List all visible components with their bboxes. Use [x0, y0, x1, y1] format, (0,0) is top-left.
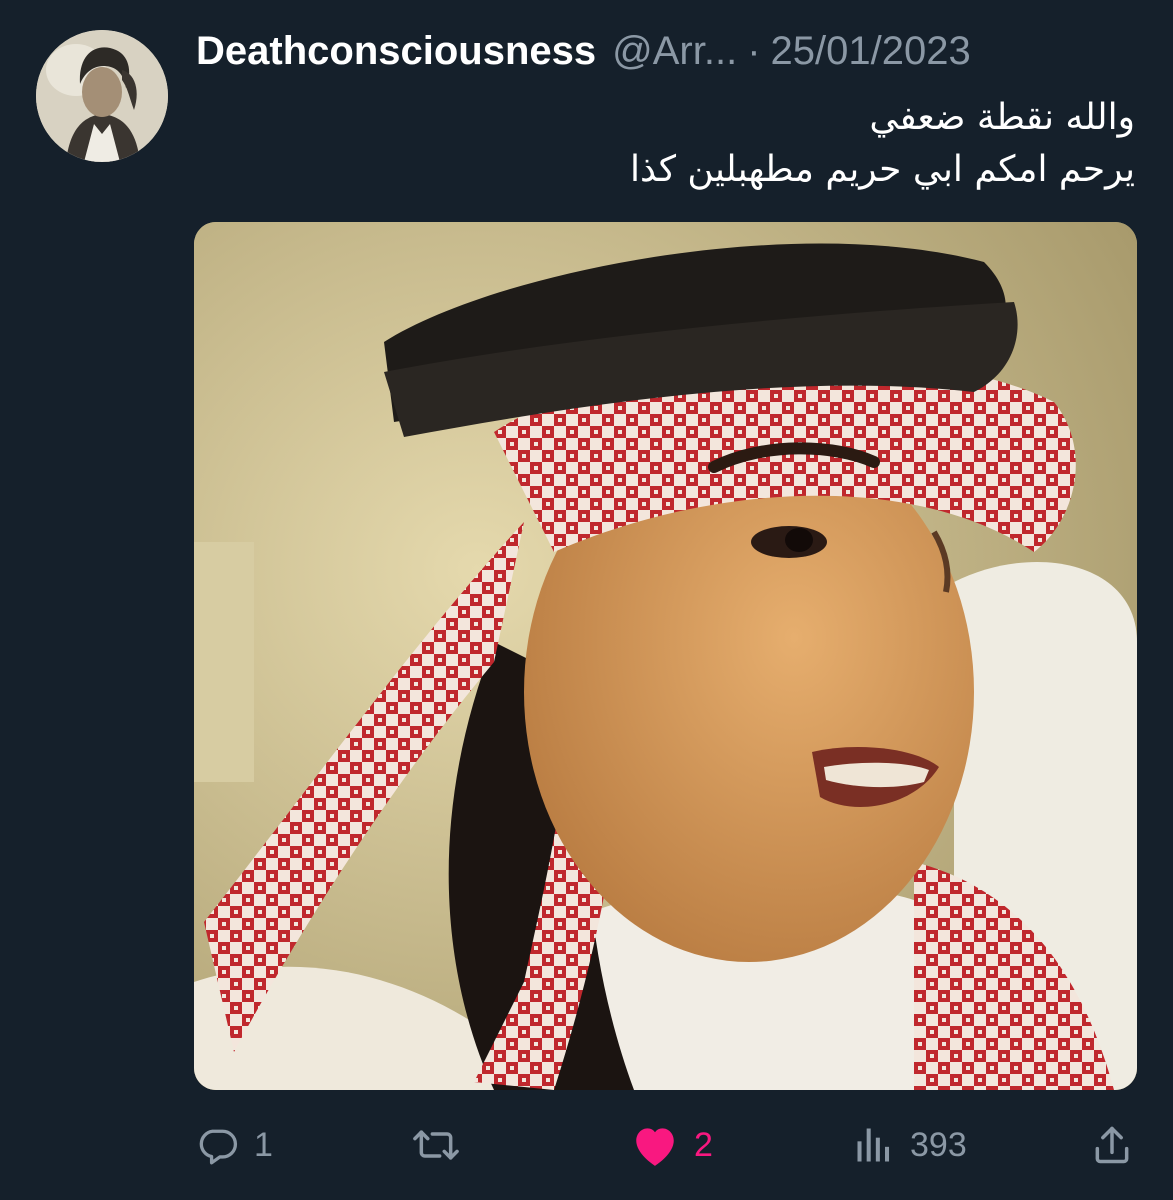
tweet-text-line-2: يرحم امكم ابي حريم مطهبلين كذا [629, 149, 1135, 190]
like-button[interactable]: 2 [630, 1110, 713, 1180]
tweet-header: Deathconsciousness @Arr... · 25/01/2023 [196, 26, 971, 76]
tweet-date[interactable]: 25/01/2023 [771, 26, 971, 76]
avatar-image [36, 30, 168, 162]
views-button[interactable]: 393 [852, 1110, 967, 1180]
reply-count: 1 [254, 1125, 273, 1164]
display-name[interactable]: Deathconsciousness [196, 26, 596, 76]
tweet[interactable]: Deathconsciousness @Arr... · 25/01/2023 … [0, 0, 1173, 1200]
tweet-text: والله نقطة ضعفي يرحم امكم ابي حريم مطهبل… [235, 92, 1135, 196]
retweet-button[interactable] [410, 1110, 476, 1180]
reply-button[interactable]: 1 [196, 1110, 273, 1180]
tweet-text-line-1: والله نقطة ضعفي [869, 97, 1135, 138]
header-separator: · [747, 29, 761, 73]
views-count: 393 [910, 1125, 967, 1164]
share-button[interactable] [1090, 1110, 1134, 1180]
tweet-actions: 1 2 393 [0, 1110, 1173, 1180]
share-icon [1090, 1123, 1134, 1167]
user-handle[interactable]: @Arr... [612, 26, 737, 76]
reply-icon [196, 1123, 240, 1167]
tweet-media-image[interactable] [194, 222, 1137, 1090]
like-count: 2 [694, 1125, 713, 1164]
views-chart-icon [852, 1123, 896, 1167]
media-photo [194, 222, 1137, 1090]
retweet-icon [410, 1123, 462, 1167]
avatar[interactable] [36, 30, 168, 162]
heart-filled-icon [630, 1122, 680, 1168]
